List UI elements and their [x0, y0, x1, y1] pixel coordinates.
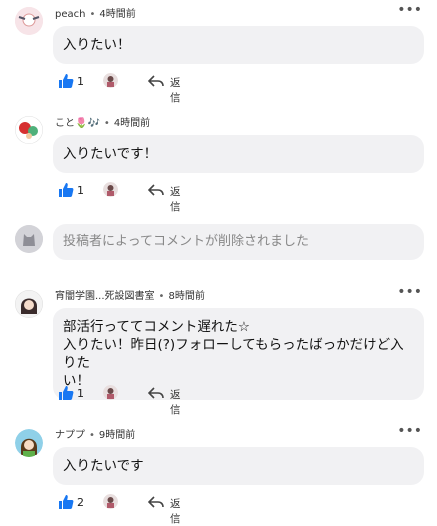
- like-icon[interactable]: [58, 73, 74, 89]
- timestamp: 9時間前: [98, 430, 136, 441]
- liker-avatar: [103, 494, 118, 509]
- username[interactable]: こと🌷🎶: [55, 118, 100, 129]
- comment-meta: こと🌷🎶 • 4時間前: [55, 114, 150, 129]
- reply-button[interactable]: 返信: [170, 184, 181, 214]
- avatar[interactable]: [15, 7, 43, 35]
- username[interactable]: peach: [55, 9, 85, 20]
- like-count: 1: [77, 387, 84, 400]
- comment-meta: peach • 4時間前: [55, 5, 136, 20]
- like-count: 1: [77, 184, 84, 197]
- more-options-icon[interactable]: •••: [397, 285, 422, 299]
- reply-icon[interactable]: [148, 182, 164, 198]
- reply-button[interactable]: 返信: [170, 496, 181, 526]
- comment-meta: ナププ • 9時間前: [55, 426, 135, 441]
- comment-text: 入りたいです！: [63, 146, 158, 162]
- separator-dot: •: [158, 291, 165, 302]
- like-count: 1: [77, 75, 84, 88]
- comment-bubble: 入りたいです！: [53, 135, 424, 173]
- liker-avatar: [103, 73, 118, 88]
- separator-dot: •: [103, 118, 110, 129]
- comment-text: 入りたいです: [63, 458, 144, 474]
- avatar[interactable]: [15, 429, 43, 457]
- reply-icon[interactable]: [148, 73, 164, 89]
- comment-meta: 宵闇学園...死設図書室 • 8時間前: [55, 287, 205, 302]
- username[interactable]: ナププ: [55, 430, 85, 441]
- comment-text-line: 入りたい！昨日(?)フォローしてもらったばっかだけど入りた: [63, 337, 404, 371]
- deleted-comment-notice: 投稿者によってコメントが削除されました: [53, 224, 424, 260]
- like-icon[interactable]: [58, 182, 74, 198]
- timestamp: 8時間前: [168, 291, 205, 302]
- comment-bubble: 入りたいです: [53, 447, 424, 485]
- timestamp: 4時間前: [99, 9, 136, 20]
- avatar[interactable]: [15, 290, 43, 318]
- comment-text: 入りたい！: [63, 37, 131, 53]
- comment-bubble: 入りたい！: [53, 26, 424, 64]
- separator-dot: •: [89, 9, 96, 20]
- like-count: 2: [77, 496, 84, 509]
- timestamp: 4時間前: [113, 118, 151, 129]
- reply-icon[interactable]: [148, 385, 164, 401]
- username[interactable]: 宵闇学園...死設図書室: [55, 291, 155, 302]
- comment-text-line: 部活行っててコメント遅れた☆: [63, 319, 250, 335]
- reply-button[interactable]: 返信: [170, 75, 181, 105]
- more-options-icon[interactable]: •••: [397, 3, 422, 17]
- avatar[interactable]: [15, 116, 43, 144]
- liker-avatar: [103, 182, 118, 197]
- reply-icon[interactable]: [148, 494, 164, 510]
- like-icon[interactable]: [58, 385, 74, 401]
- like-icon[interactable]: [58, 494, 74, 510]
- separator-dot: •: [89, 430, 95, 441]
- default-avatar: [15, 225, 43, 253]
- reply-button[interactable]: 返信: [170, 387, 181, 417]
- liker-avatar: [103, 385, 118, 400]
- more-options-icon[interactable]: •••: [397, 424, 422, 438]
